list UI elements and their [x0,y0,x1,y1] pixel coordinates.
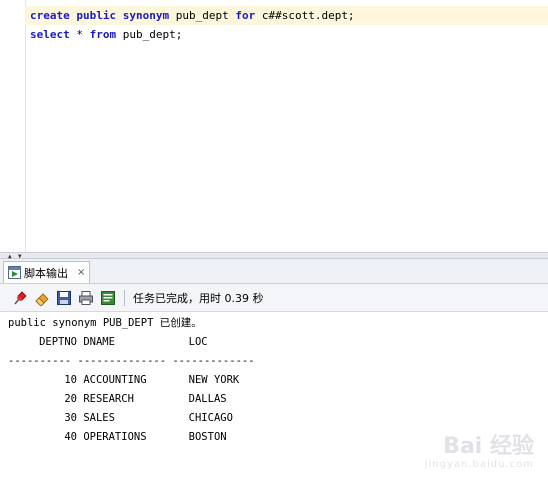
code-line-1[interactable]: create public synonym pub_dept for c##sc… [25,6,548,25]
script-output-icon [8,266,21,279]
column-header: LOC [188,336,208,348]
keyword-from: from [89,28,117,41]
eraser-icon[interactable] [32,288,51,307]
keyword-create: create [30,9,70,22]
table-row: 20 RESEARCH DALLAS [8,390,227,409]
cell-loc: NEW YORK [188,374,240,386]
sql-worksheet-editor[interactable]: create public synonym pub_dept for c##sc… [0,0,548,252]
cell-dname: OPERATIONS [83,431,147,443]
table-row: 30 SALES CHICAGO [8,409,233,428]
watermark-logo: Bai 经验 jingyan.baidu.com [424,434,534,471]
select-star: * [76,28,83,41]
pin-icon[interactable] [10,288,29,307]
keyword-synonym: synonym [122,9,170,22]
output-tab-bar: 脚本输出 × [0,259,548,284]
tab-label: 脚本输出 [24,266,68,280]
status-message: 任务已完成，用时 0.39 秒 [133,291,264,305]
column-header: DEPTNO [39,336,77,348]
cell-loc: DALLAS [188,393,227,405]
table-name: pub_dept; [122,28,183,41]
table-row: 10 ACCOUNTING NEW YORK [8,371,239,390]
watermark-main: Bai 经验 [443,434,534,459]
print-icon[interactable] [76,288,95,307]
panel-splitter[interactable]: ▲ ▼ [0,252,548,260]
cell-deptno: 30 [64,412,77,424]
result-message: public synonym PUB_DEPT 已创建。 [8,317,202,329]
output-toolbar: 任务已完成，用时 0.39 秒 [0,284,548,312]
code-area[interactable]: create public synonym pub_dept for c##sc… [25,0,548,252]
tab-script-output[interactable]: 脚本输出 × [3,261,91,283]
cell-dname: SALES [83,412,115,424]
cell-deptno: 10 [64,374,77,386]
cell-dname: RESEARCH [83,393,134,405]
save-icon[interactable] [54,288,73,307]
table-row: 40 OPERATIONS BOSTON [8,428,227,447]
cell-deptno: 40 [64,431,77,443]
cell-loc: BOSTON [188,431,227,443]
script-output-area[interactable]: public synonym PUB_DEPT 已创建。 DEPTNO DNAM… [0,312,548,480]
watermark-sub: jingyan.baidu.com [424,459,534,470]
result-header-row: DEPTNO DNAME LOC [8,333,208,352]
close-icon[interactable]: × [77,267,85,278]
cell-dname: ACCOUNTING [83,374,147,386]
result-separator: ---------- -------------- ------------- [8,355,255,367]
cell-loc: CHICAGO [188,412,233,424]
cell-deptno: 20 [64,393,77,405]
keyword-for: for [235,9,256,22]
toolbar-separator [124,289,125,306]
synonym-target: c##scott.dept; [261,9,355,22]
code-line-2[interactable]: select * from pub_dept; [25,25,548,44]
column-header: DNAME [83,336,115,348]
keyword-public: public [76,9,117,22]
keyword-select: select [30,28,70,41]
editor-gutter [0,0,26,252]
synonym-name: pub_dept [175,9,229,22]
open-log-icon[interactable] [98,288,117,307]
